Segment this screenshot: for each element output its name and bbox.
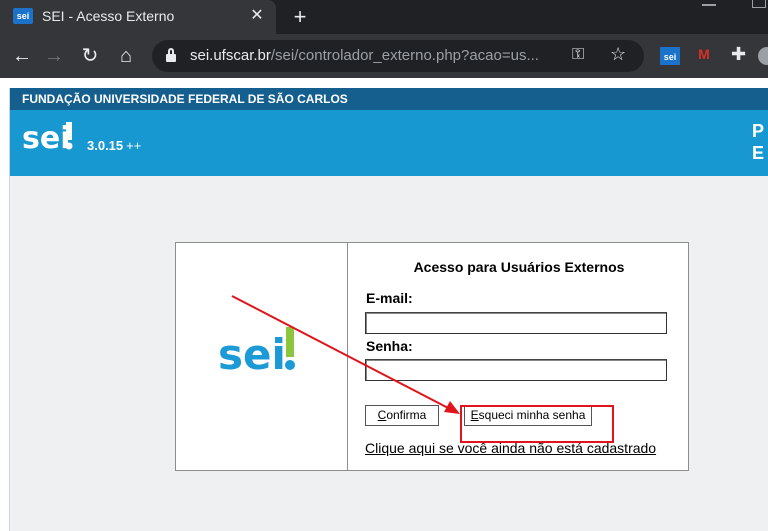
extensions-puzzle-icon[interactable]: ✚	[731, 44, 746, 64]
institution-bar: FUNDAÇÃO UNIVERSIDADE FEDERAL DE SÃO CAR…	[10, 88, 768, 110]
email-label: E-mail:	[366, 290, 413, 306]
page-content: FUNDAÇÃO UNIVERSIDADE FEDERAL DE SÃO CAR…	[0, 78, 768, 531]
sei-logo-icon: sei	[218, 327, 295, 379]
browser-tab-strip: sei SEI - Acesso Externo ✕ +	[0, 0, 768, 34]
tab-close-icon[interactable]: ✕	[246, 5, 268, 27]
key-icon[interactable]: ⚿	[572, 46, 584, 64]
login-logo-panel: sei	[176, 243, 348, 470]
minimize-icon[interactable]	[702, 4, 716, 6]
lock-icon[interactable]	[166, 48, 176, 62]
banner-right-text: P E	[752, 121, 765, 163]
browser-toolbar: ← → ↻ ⌂ sei.ufscar.br/sei/controlador_ex…	[0, 34, 768, 78]
svg-text:sei: sei	[22, 121, 71, 156]
annotation-highlight-box	[460, 405, 614, 443]
login-title: Acesso para Usuários Externos	[413, 259, 625, 275]
url-text[interactable]: sei.ufscar.br/sei/controlador_externo.ph…	[190, 47, 539, 64]
browser-tab[interactable]: sei SEI - Acesso Externo ✕	[0, 0, 276, 34]
home-icon[interactable]: ⌂	[112, 42, 140, 70]
confirm-button[interactable]: Confirma	[365, 405, 439, 426]
version-label: 3.0.15 ++	[87, 138, 142, 153]
gmail-extension-icon[interactable]: M	[695, 46, 713, 66]
sei-extension-icon[interactable]: sei	[660, 47, 680, 65]
email-field[interactable]	[365, 312, 667, 334]
sei-logo-small-icon: sei	[22, 121, 73, 156]
password-label: Senha:	[366, 338, 413, 354]
password-field[interactable]	[365, 359, 667, 381]
sei-banner: sei 3.0.15 ++ P E	[10, 110, 768, 176]
svg-text:sei: sei	[218, 330, 286, 379]
reload-icon[interactable]: ↻	[76, 42, 104, 70]
sei-favicon-icon: sei	[13, 8, 33, 24]
back-arrow-icon[interactable]: ←	[8, 42, 36, 70]
tab-title: SEI - Acesso Externo	[42, 8, 175, 24]
forward-arrow-icon[interactable]: →	[40, 42, 68, 70]
maximize-icon[interactable]	[752, 0, 766, 8]
address-bar[interactable]: sei.ufscar.br/sei/controlador_externo.ph…	[152, 40, 644, 72]
new-tab-button[interactable]: +	[286, 3, 314, 31]
bookmark-star-icon[interactable]: ☆	[610, 44, 626, 65]
